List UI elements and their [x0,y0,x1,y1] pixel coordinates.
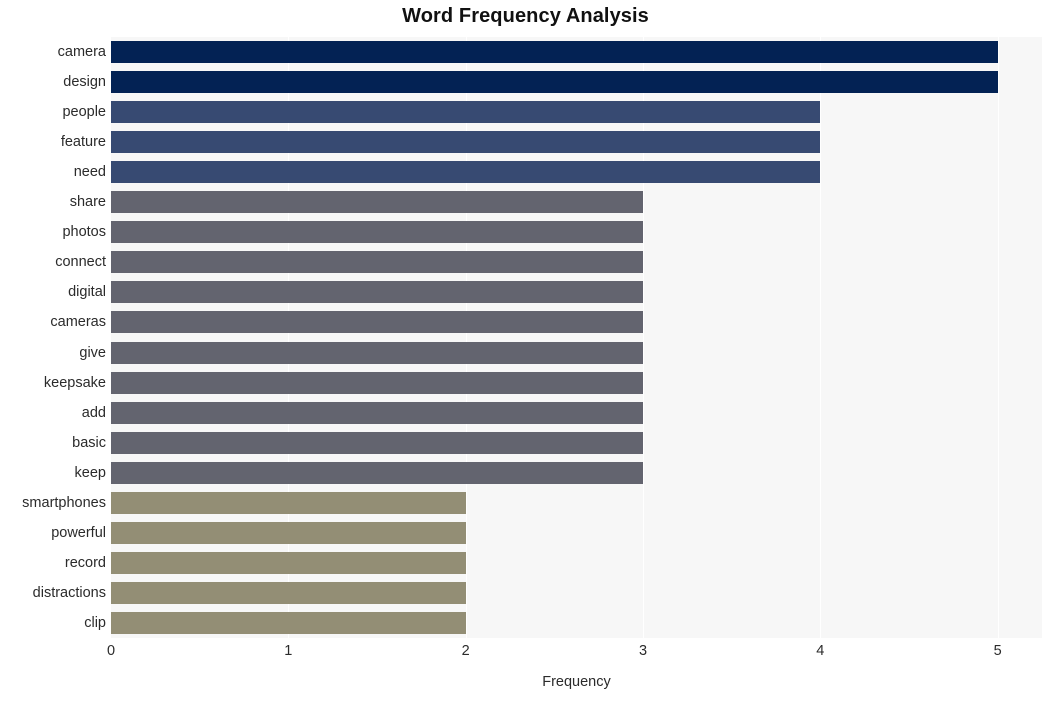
y-axis-tick-label: give [79,344,106,361]
bar[interactable] [111,221,643,244]
y-axis-tick-label: smartphones [22,494,106,511]
bar[interactable] [111,371,643,394]
bar[interactable] [111,101,821,124]
y-axis-tick-label: need [73,164,106,181]
bar[interactable] [111,431,643,454]
bar[interactable] [111,401,643,424]
y-axis-tick-label: record [64,554,106,571]
bar[interactable] [111,71,998,94]
y-axis-tick-label: feature [60,134,106,151]
y-axis-tick-label: keepsake [43,374,106,391]
chart-title: Word Frequency Analysis [402,5,649,27]
bar[interactable] [111,131,821,154]
bar[interactable] [111,581,466,604]
y-axis-tick-label: keep [74,464,106,481]
bar[interactable] [111,191,643,214]
bar[interactable] [111,551,466,574]
gridline-x-1 [288,37,290,638]
y-axis-tick-label: photos [62,224,106,241]
x-axis-tick-label: 2 [461,643,470,659]
y-axis-tick-label: share [69,194,106,211]
bar[interactable] [111,461,643,484]
word-frequency-chart-figure: Word Frequency Analysis camera design peop… [0,0,1051,701]
x-axis-tick-label: 4 [816,643,825,659]
x-axis-tick-label: 3 [638,643,648,659]
bar[interactable] [111,611,466,634]
y-axis-tick-label: distractions [32,584,106,601]
y-axis-tick-label: basic [72,434,106,451]
bar[interactable] [111,41,998,64]
bar[interactable] [111,251,643,274]
x-axis-tick-label: 0 [106,643,116,659]
x-axis-tick-labels: 0 1 2 3 4 5 [107,643,1042,665]
gridline-x-5 [997,37,999,638]
gridline-x-4 [820,37,822,638]
bar[interactable] [111,281,643,304]
bar[interactable] [111,341,643,364]
y-axis-tick-label: digital [68,284,106,301]
y-axis-tick-label: camera [57,44,106,61]
y-axis-tick-label: people [62,104,106,121]
y-axis-tick-label: add [81,404,106,421]
y-axis-tick-label: cameras [50,314,106,331]
x-axis-tick-label: 1 [284,643,293,659]
y-axis-tick-label: clip [84,614,106,631]
x-axis-title: Frequency [542,674,611,690]
bar[interactable] [111,521,466,544]
gridline-x-2 [465,37,467,638]
bar[interactable] [111,161,821,184]
x-axis-tick-label: 5 [993,643,1002,659]
y-axis-tick-labels: camera design people feature need share photos… [0,37,106,638]
plot-area [111,37,1042,638]
bar[interactable] [111,311,643,334]
gridline-x-3 [643,37,644,638]
y-axis-tick-label: connect [55,254,106,271]
y-axis-tick-label: design [63,74,106,91]
bar[interactable] [111,491,466,514]
y-axis-tick-label: powerful [51,524,106,541]
